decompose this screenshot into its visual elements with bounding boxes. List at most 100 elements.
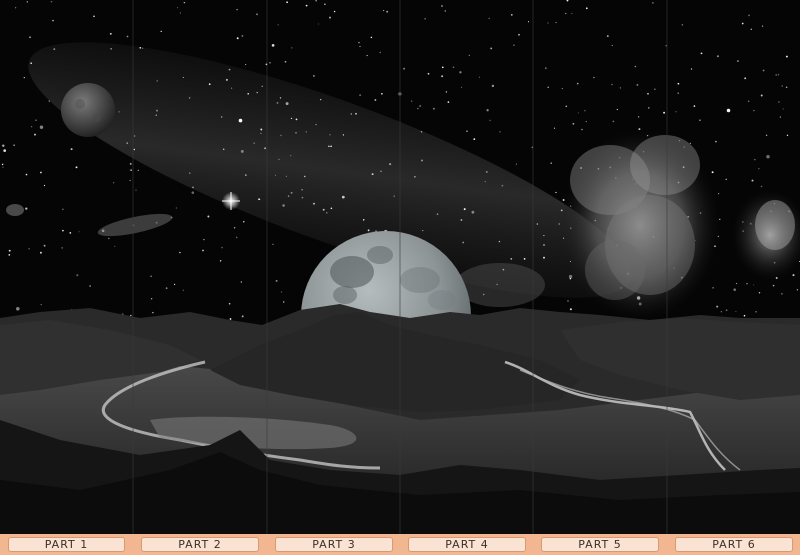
- star: [725, 309, 728, 312]
- star: [333, 10, 336, 13]
- star: [275, 279, 278, 282]
- star: [569, 277, 572, 280]
- star: [290, 191, 293, 194]
- star: [328, 145, 330, 148]
- star: [755, 311, 757, 313]
- star: [228, 68, 231, 71]
- star: [636, 83, 639, 86]
- star: [462, 241, 465, 244]
- star: [305, 131, 307, 133]
- star: [518, 33, 520, 36]
- star: [733, 288, 736, 291]
- star: [287, 195, 290, 197]
- star: [748, 14, 750, 17]
- star: [510, 14, 513, 16]
- star: [3, 149, 7, 152]
- star: [271, 44, 275, 47]
- star: [40, 171, 42, 174]
- star: [796, 288, 799, 291]
- star: [241, 315, 244, 318]
- panel-label-part-1: PART 1: [8, 537, 125, 552]
- star: [175, 207, 178, 209]
- star: [488, 17, 490, 19]
- star: [272, 243, 274, 245]
- star: [606, 35, 609, 38]
- star: [342, 134, 345, 136]
- star: [43, 244, 46, 247]
- star: [637, 116, 640, 118]
- star: [527, 21, 530, 23]
- star: [421, 159, 423, 162]
- star: [424, 18, 426, 20]
- star: [301, 189, 303, 191]
- star: [89, 285, 91, 287]
- star: [775, 74, 778, 76]
- star: [389, 163, 392, 166]
- star: [35, 119, 37, 121]
- star: [444, 10, 446, 12]
- star: [355, 112, 357, 115]
- star: [403, 67, 406, 70]
- star: [295, 132, 297, 134]
- star: [280, 134, 282, 137]
- star: [330, 207, 333, 210]
- star: [760, 94, 763, 97]
- star: [276, 101, 279, 104]
- star: [350, 113, 353, 115]
- star: [139, 46, 142, 49]
- star: [689, 142, 691, 144]
- star: [725, 178, 727, 180]
- star: [150, 298, 153, 300]
- star: [260, 132, 262, 135]
- star: [427, 72, 430, 75]
- star: [129, 162, 132, 165]
- star: [134, 135, 136, 137]
- star: [53, 48, 56, 50]
- star: [359, 45, 361, 48]
- star: [39, 251, 42, 254]
- star: [550, 162, 552, 164]
- star: [761, 25, 764, 27]
- star: [513, 44, 515, 47]
- star: [1, 163, 4, 166]
- star: [156, 80, 158, 82]
- star: [778, 101, 780, 103]
- star: [585, 7, 588, 10]
- star: [229, 318, 232, 320]
- star: [634, 65, 637, 68]
- star: [160, 30, 162, 33]
- star: [279, 97, 282, 99]
- star: [269, 62, 271, 64]
- star: [261, 85, 263, 87]
- star: [754, 159, 756, 161]
- star: [491, 84, 495, 88]
- star: [675, 111, 677, 113]
- star: [735, 282, 738, 285]
- distant-glow: [6, 204, 24, 216]
- star: [173, 283, 176, 286]
- star: [544, 67, 547, 70]
- star: [611, 44, 613, 47]
- star: [758, 292, 761, 294]
- star: [69, 232, 72, 234]
- star: [30, 126, 33, 128]
- star: [414, 176, 416, 178]
- star: [253, 142, 255, 144]
- star: [179, 12, 182, 14]
- star: [419, 105, 421, 107]
- star: [441, 75, 444, 78]
- star: [324, 3, 326, 5]
- star: [700, 52, 703, 55]
- star: [282, 301, 285, 303]
- star: [543, 235, 545, 237]
- star: [751, 179, 754, 182]
- star: [380, 170, 382, 172]
- star: [741, 22, 744, 25]
- star: [445, 91, 448, 93]
- star: [362, 219, 365, 221]
- star: [286, 1, 288, 4]
- star: [155, 114, 157, 116]
- star: [315, 123, 317, 126]
- star: [386, 10, 389, 13]
- star: [130, 314, 132, 317]
